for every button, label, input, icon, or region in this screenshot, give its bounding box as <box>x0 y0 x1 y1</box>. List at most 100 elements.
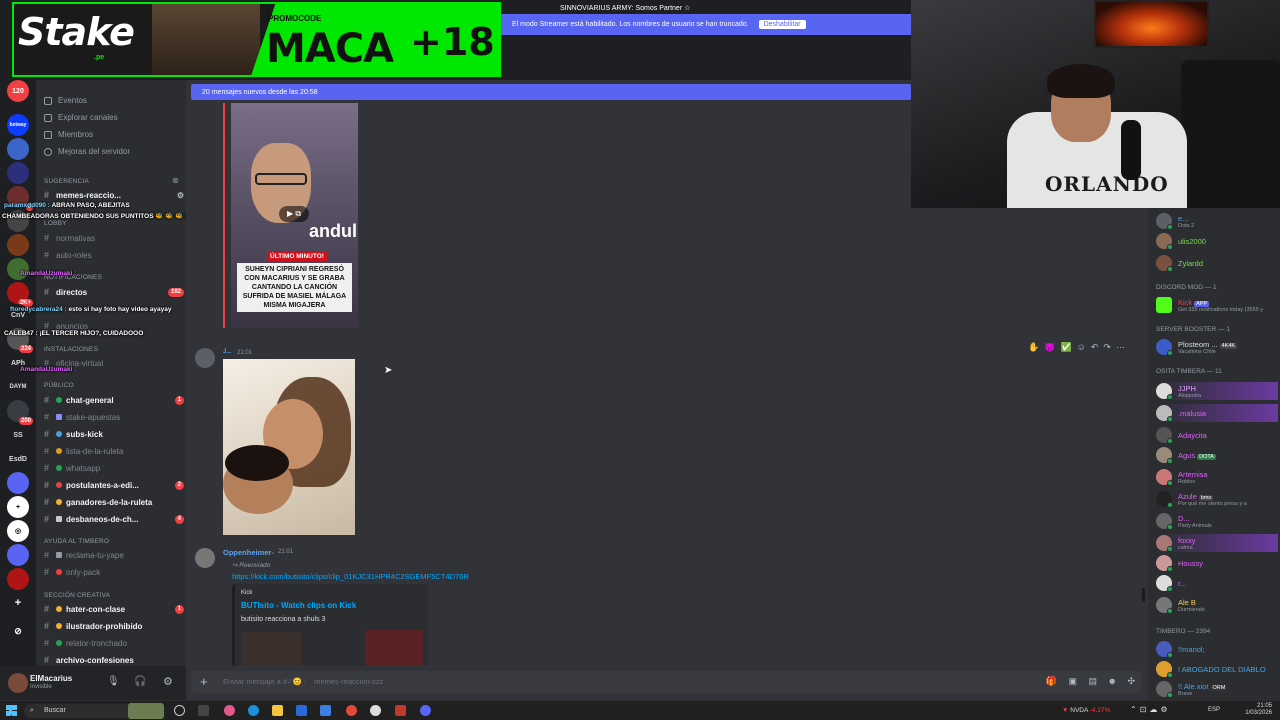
menu-members[interactable]: Miembros <box>44 130 93 139</box>
gift-icon[interactable]: 🎁 <box>1046 676 1057 687</box>
server-icon[interactable]: 120 <box>7 80 29 102</box>
file-explorer-icon[interactable] <box>272 705 283 716</box>
clock[interactable]: 21:05 1/03/2026 <box>1245 703 1272 717</box>
member-item[interactable]: Agus DOTA <box>1156 446 1278 464</box>
forward-icon[interactable]: ↷ <box>1103 342 1111 353</box>
category-instalaciones[interactable]: INSTALACIONES <box>44 346 98 353</box>
channel-auto-roles[interactable]: # auto-roles <box>44 248 184 262</box>
embed-thumbnail[interactable] <box>365 630 423 666</box>
member-item[interactable]: Plosteom ... 4K4K Vacations Chile <box>1156 338 1278 356</box>
menu-events[interactable]: Eventos <box>44 96 87 105</box>
more-icon[interactable]: ⋯ <box>1116 342 1125 353</box>
category-lobby[interactable]: LOBBY <box>44 220 67 227</box>
reaction-icon[interactable]: ✅ <box>1060 342 1071 353</box>
category-ayuda[interactable]: AYUDA AL TIMBERO <box>44 538 109 545</box>
edge-icon[interactable] <box>248 705 259 716</box>
server-icon[interactable] <box>7 544 29 566</box>
channel-hater-con-clase[interactable]: # hater-con-clase 1 <box>44 602 184 616</box>
server-icon[interactable]: SS <box>7 424 29 446</box>
channel-desbaneos[interactable]: # desbaneos-de-ch... 4 <box>44 512 184 526</box>
reply-icon[interactable]: ↶ <box>1091 342 1099 353</box>
reaction-icon[interactable]: 😈 <box>1044 342 1055 353</box>
channel-ilustrador[interactable]: # ilustrador-prohibido <box>44 619 184 633</box>
server-icon[interactable] <box>7 234 29 256</box>
member-item[interactable]: !! Ale.xiot ORM Brave <box>1156 680 1278 698</box>
server-icon[interactable]: EsdD <box>7 448 29 470</box>
tray-stock[interactable]: ▼ NVDA -4.27% <box>1062 707 1110 714</box>
new-messages-banner[interactable]: 20 mensajes nuevos desde las 20:58 <box>191 84 911 100</box>
reaction-icon[interactable]: ✋ <box>1028 342 1039 353</box>
member-item[interactable]: DISCORD MOD — 1Zylardd <box>1156 254 1278 272</box>
sticker-icon[interactable]: ▤ <box>1088 676 1097 687</box>
embed-title[interactable]: BUTIsito - Watch clips on Kick <box>241 601 356 610</box>
headphones-icon[interactable]: 🎧 <box>134 676 146 687</box>
channel-subs-kick[interactable]: # subs-kick <box>44 427 184 441</box>
add-server-icon[interactable]: + <box>7 496 29 518</box>
channel-ganadores[interactable]: # ganadores-de-la-ruleta <box>44 495 184 509</box>
channel-only-pack[interactable]: # only-pack <box>44 565 184 579</box>
compass-icon[interactable]: ⊘ <box>7 620 29 642</box>
embed-thumbnail[interactable] <box>241 632 301 666</box>
menu-browse-channels[interactable]: Explorar canales <box>44 113 118 122</box>
discover-icon[interactable]: ◎ <box>7 520 29 542</box>
add-attachment-icon[interactable]: + <box>200 674 208 689</box>
channel-postulantes[interactable]: # postulantes-a-edi... 2 <box>44 478 184 492</box>
close-icon[interactable]: ⊗ <box>172 176 179 185</box>
member-item[interactable]: !!manol; <box>1156 640 1278 658</box>
message-image[interactable] <box>223 359 355 535</box>
category-creativa[interactable]: SECCIÓN CREATIVA <box>44 592 110 599</box>
server-icon[interactable] <box>7 568 29 590</box>
gear-icon[interactable]: ⚙ <box>177 191 184 200</box>
mic-icon[interactable]: 🎙 <box>107 676 120 687</box>
member-item[interactable]: Artemisa Roblox <box>1156 468 1278 486</box>
copilot-icon[interactable] <box>198 705 209 716</box>
store-icon[interactable] <box>296 705 307 716</box>
server-icon[interactable]: 200 <box>7 400 33 425</box>
scrollbar[interactable] <box>1142 588 1145 602</box>
member-item[interactable]: e... Dota 2 <box>1156 212 1278 230</box>
app-icon[interactable] <box>370 705 381 716</box>
member-item[interactable]: Ale B Durmiendo <box>1156 596 1278 614</box>
app-icon[interactable] <box>224 705 235 716</box>
server-icon[interactable]: 2K+ <box>7 282 33 307</box>
message-author[interactable]: Oppenheimer- <box>223 548 274 557</box>
member-item[interactable]: .malusia <box>1156 404 1278 422</box>
server-icon[interactable] <box>7 472 29 494</box>
member-item[interactable]: ! ABOGADO DEL DIABLO <box>1156 660 1278 678</box>
discord-icon[interactable] <box>420 705 431 716</box>
language-indicator[interactable]: ESP <box>1208 707 1220 713</box>
chrome-icon[interactable] <box>346 705 357 716</box>
avatar[interactable] <box>8 673 28 693</box>
avatar[interactable] <box>195 348 215 368</box>
add-reaction-icon[interactable]: ☺ <box>1077 342 1086 352</box>
channel-whatsapp[interactable]: # whatsapp <box>44 461 184 475</box>
plus-icon[interactable]: + <box>7 592 29 614</box>
member-item[interactable]: Adaycita <box>1156 426 1278 444</box>
channel-lista-ruleta[interactable]: # lista-de-la-ruleta <box>44 444 184 458</box>
tray-icons[interactable]: ⌃⊡☁⚙ <box>1130 705 1171 714</box>
apps-icon[interactable]: ✣ <box>1127 676 1135 687</box>
disable-streamer-mode-button[interactable]: Deshabilitar <box>758 20 806 29</box>
message-author[interactable]: J... <box>223 349 231 355</box>
member-item[interactable]: ulis2000 <box>1156 232 1278 250</box>
widget-icon[interactable] <box>128 703 164 719</box>
channel-relator[interactable]: # relator-tronchado <box>44 636 184 650</box>
avatar[interactable] <box>195 548 215 568</box>
member-item[interactable]: foxxy calma <box>1156 534 1278 552</box>
channel-reclama-yape[interactable]: # reclama-tu-yape <box>44 548 184 562</box>
member-item[interactable]: JJPH Alejandra <box>1156 382 1278 400</box>
member-item[interactable]: Azule bmo Por qué me siento presa y a <box>1156 490 1278 508</box>
task-view-icon[interactable] <box>174 705 185 716</box>
channel-memes[interactable]: # memes-reaccio... ⚙ <box>44 188 184 202</box>
channel-stake-apuestas[interactable]: # stake-apuestas <box>44 410 184 424</box>
member-item[interactable]: Kick APP Get 355 notifications today (3555… <box>1156 296 1278 314</box>
emoji-icon[interactable]: ☻ <box>1108 676 1117 686</box>
member-item[interactable]: D... Party Animals <box>1156 512 1278 530</box>
channel-directos[interactable]: # directos 192 <box>44 285 184 299</box>
gif-icon[interactable]: ▣ <box>1068 676 1077 687</box>
message-input[interactable]: + Enviar mensaje a # ⁄ 😊 : memes-reaccio… <box>191 671 1141 693</box>
menu-server-boost[interactable]: Mejoras del servidor <box>44 147 130 156</box>
play-icon[interactable]: ▶ ⧉ <box>279 206 309 222</box>
message-link[interactable]: https://kick.com/butisito/clips/clip_01K… <box>232 572 469 581</box>
channel-archivo[interactable]: # archivo-confesiones <box>44 653 184 667</box>
